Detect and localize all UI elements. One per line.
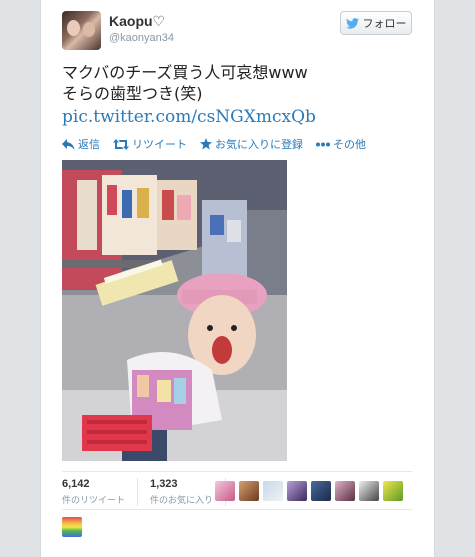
favorite-count-label: 件のお気に入り [150, 495, 214, 505]
favorite-count-number: 1,323 [150, 478, 178, 490]
tweet-media-link[interactable]: pic.twitter.com/csNGXmcxQb [62, 107, 316, 127]
favoriter-avatar[interactable] [215, 481, 235, 501]
favoriters-avatars [215, 481, 403, 501]
retweet-label: リツイート [132, 139, 187, 151]
favoriter-avatar[interactable] [287, 481, 307, 501]
avatar-face-left [67, 20, 80, 36]
tweet-stats: 6,142 件のリツイート 1,323 件のお気に入り [62, 478, 238, 506]
favoriter-avatar[interactable] [335, 481, 355, 501]
favoriter-avatar[interactable] [311, 481, 331, 501]
follow-button[interactable]: フォロー [340, 11, 412, 35]
avatar[interactable] [62, 11, 101, 50]
retweet-count-number: 6,142 [62, 478, 90, 490]
star-icon [200, 138, 212, 150]
retweet-button[interactable]: リツイート [113, 136, 187, 152]
stats-divider-bottom [62, 509, 412, 510]
retweet-count[interactable]: 6,142 件のリツイート [62, 478, 139, 506]
avatar-face-right [83, 22, 95, 37]
favoriter-avatar[interactable] [62, 517, 82, 537]
retweet-icon [113, 138, 129, 150]
favorite-button[interactable]: お気に入りに登録 [200, 136, 303, 152]
reply-label: 返信 [78, 139, 100, 151]
tweet-text-line1: マクバのチーズ買う人可哀想www [62, 63, 308, 82]
more-button[interactable]: その他 [316, 136, 366, 152]
favoriter-avatar[interactable] [383, 481, 403, 501]
photo-image [62, 160, 287, 461]
reply-icon [62, 138, 75, 150]
tweet-text-line2: そらの歯型つき(笑) [62, 84, 203, 103]
twitter-bird-icon [345, 17, 359, 29]
user-handle[interactable]: @kaonyan34 [109, 32, 174, 44]
tweet-photo[interactable] [62, 160, 287, 461]
more-icon [316, 142, 330, 146]
user-name[interactable]: Kaopu♡ [109, 13, 165, 30]
retweet-count-label: 件のリツイート [62, 495, 126, 505]
favoriter-avatar[interactable] [263, 481, 283, 501]
follow-label: フォロー [362, 18, 407, 30]
favoriter-avatar[interactable] [239, 481, 259, 501]
tweet-actions: 返信 リツイート お気に入りに登録 その他 [62, 136, 366, 152]
tweet-card: Kaopu♡ @kaonyan34 フォロー マクバのチーズ買う人可哀想www … [40, 0, 435, 557]
reply-button[interactable]: 返信 [62, 136, 100, 152]
tweet-text: マクバのチーズ買う人可哀想www そらの歯型つき(笑) [62, 62, 412, 104]
stats-divider-top [62, 471, 412, 472]
more-label: その他 [333, 139, 366, 151]
favoriter-avatar[interactable] [359, 481, 379, 501]
favorite-label: お気に入りに登録 [215, 139, 303, 151]
